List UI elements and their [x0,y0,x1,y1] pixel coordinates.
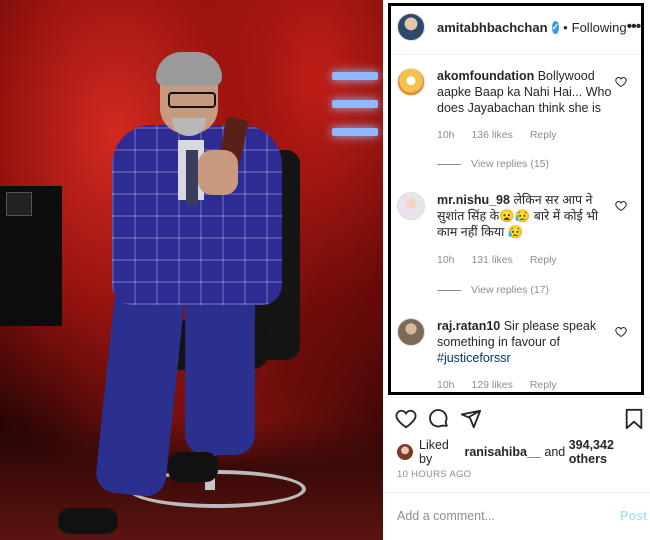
comment-input[interactable]: Add a comment... [397,509,495,523]
bookmark-icon[interactable] [624,408,644,435]
person-hair [156,52,222,86]
person-shoe [168,452,218,482]
likes-summary: Liked by ranisahiba__ and 394,342 others [397,438,647,466]
person-hand [198,150,238,195]
liker-avatar[interactable] [397,444,413,460]
comment-icon[interactable] [428,408,450,435]
divider [383,492,650,493]
person-glasses [168,92,216,108]
person-tie [186,150,198,205]
share-icon[interactable] [460,408,482,435]
likes-count[interactable]: 394,342 others [569,438,647,466]
post-photo[interactable] [0,0,383,540]
stage-light [332,100,378,108]
stage-light [332,128,378,136]
likes-prefix: Liked by [419,438,449,466]
liker-username[interactable]: ranisahiba__ [464,445,540,459]
post-actions [395,408,645,436]
likes-conjunction: and [544,445,566,459]
person-shoe [58,508,118,534]
stage-light [332,72,378,80]
heart-icon[interactable] [395,408,417,435]
comments-highlight-frame [388,3,644,395]
divider [383,397,650,398]
person-leg [185,285,255,455]
post-timestamp[interactable]: 10 HOURS AGO [397,469,471,480]
desk-monitor [6,192,32,216]
post-comment-button[interactable]: Post [620,509,647,523]
